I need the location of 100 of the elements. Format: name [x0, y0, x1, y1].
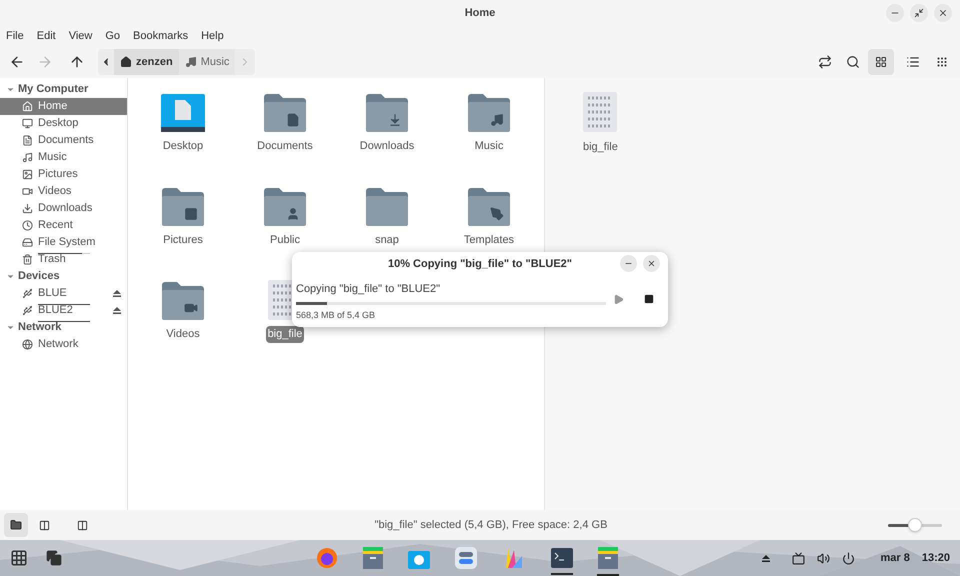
sidebar-item[interactable]: Music — [0, 149, 127, 166]
path-button[interactable]: zenzen — [114, 49, 179, 75]
folder-icon — [10, 519, 22, 531]
stop-icon[interactable] — [644, 294, 654, 304]
close-button[interactable] — [934, 4, 952, 22]
folder-icon — [468, 188, 510, 226]
preview-file-name: big_file — [583, 140, 618, 155]
sidebar-heading: Devices — [18, 269, 60, 284]
expander-icon[interactable] — [6, 85, 15, 94]
close-icon — [938, 8, 948, 18]
folder-icon — [468, 94, 510, 132]
music-note-icon — [22, 152, 33, 163]
file-name[interactable]: Public — [268, 232, 302, 248]
up-icon[interactable] — [69, 54, 85, 70]
document-icon — [22, 135, 33, 146]
search-icon[interactable] — [846, 55, 860, 69]
file-name[interactable]: Desktop — [160, 138, 206, 154]
music-note-icon — [184, 56, 197, 68]
path-button[interactable]: Music — [178, 49, 236, 75]
monitor-icon — [22, 118, 33, 129]
folder-icon — [162, 282, 204, 320]
sidebar-item[interactable]: BLUE — [0, 285, 127, 302]
menu-item[interactable]: Go — [105, 28, 120, 44]
app-grid-icon[interactable] — [10, 549, 28, 567]
file-cabinet-icon[interactable] — [363, 547, 383, 569]
slider-thumb[interactable] — [908, 518, 922, 532]
menu-item[interactable]: Help — [201, 28, 224, 44]
terminal-icon[interactable] — [551, 548, 573, 568]
home-icon — [22, 101, 33, 112]
toggle-icon[interactable] — [455, 547, 477, 569]
home-icon — [120, 56, 132, 68]
copy-message: Copying "big_file" to "BLUE2" — [296, 282, 442, 297]
file-name[interactable]: Videos — [164, 326, 202, 342]
sidebar-item[interactable]: BLUE2 — [0, 302, 127, 319]
file-name[interactable]: Music — [472, 138, 506, 154]
trash-icon — [22, 254, 33, 265]
file-name[interactable]: Documents — [255, 138, 315, 154]
minimize-button[interactable] — [620, 255, 637, 272]
usb-icon — [22, 288, 33, 299]
menu-item[interactable]: View — [68, 28, 92, 44]
usb-icon — [22, 305, 33, 316]
power-icon[interactable] — [842, 552, 854, 564]
sidebar-item[interactable]: Desktop — [0, 115, 127, 132]
sidebar-item[interactable]: Pictures — [0, 166, 127, 183]
places-button[interactable] — [4, 513, 28, 537]
download-icon — [22, 203, 33, 214]
file-cabinet-icon[interactable] — [598, 547, 618, 569]
firefox-icon[interactable] — [316, 547, 338, 569]
dialog-title: 10% Copying "big_file" to "BLUE2" — [388, 256, 572, 272]
menu-item[interactable]: Edit — [36, 28, 56, 44]
list-view-icon[interactable] — [906, 55, 920, 69]
toggle-location-icon[interactable] — [818, 55, 832, 69]
menu-item[interactable]: Bookmarks — [133, 28, 188, 44]
eject-icon[interactable] — [762, 554, 770, 562]
sidebar-item[interactable]: Network — [0, 336, 127, 353]
eject-icon[interactable] — [113, 290, 121, 297]
file-name[interactable]: Pictures — [161, 232, 205, 248]
close-button[interactable] — [643, 255, 660, 272]
sidebar-item[interactable]: Home — [0, 98, 127, 115]
folder-icon — [264, 188, 306, 226]
expander-icon[interactable] — [6, 323, 15, 332]
desktop-folder-icon — [161, 94, 205, 132]
windows-icon[interactable] — [46, 550, 62, 566]
back-icon[interactable] — [9, 54, 25, 70]
restore-button[interactable] — [910, 4, 928, 22]
sidebar-item[interactable]: Downloads — [0, 200, 127, 217]
sidebar-item[interactable]: Trash — [0, 251, 127, 268]
icon-view-button[interactable] — [868, 49, 894, 75]
image-icon — [22, 169, 33, 180]
eject-icon[interactable] — [113, 307, 121, 314]
sidebar-item[interactable]: Recent — [0, 217, 127, 234]
sidebar-heading: Network — [18, 320, 62, 336]
file-name[interactable]: Templates — [462, 232, 516, 248]
folder-icon — [366, 188, 408, 226]
clock-time[interactable]: 13:20 — [922, 550, 950, 566]
copy-detail: 568,3 MB of 5,4 GB — [296, 308, 376, 322]
sidebar-icon — [76, 520, 88, 530]
expander-icon[interactable] — [6, 272, 15, 281]
close-icon — [647, 259, 656, 268]
compact-view-icon[interactable] — [936, 56, 948, 68]
resume-icon[interactable] — [613, 294, 624, 304]
clock-date[interactable]: mar 8 — [880, 550, 910, 566]
sidebar-item[interactable]: Documents — [0, 132, 127, 149]
grid-icon — [875, 56, 887, 68]
file-name[interactable]: Downloads — [358, 138, 416, 154]
display-icon[interactable] — [792, 552, 804, 564]
menu-item[interactable]: File — [6, 28, 24, 44]
volume-icon[interactable] — [816, 552, 830, 564]
file-name[interactable]: snap — [373, 232, 401, 248]
zoom-slider[interactable] — [888, 517, 942, 533]
clock-icon — [22, 220, 33, 231]
binary-file-icon — [583, 92, 618, 132]
sidebar-item[interactable]: File System — [0, 234, 127, 251]
window-title: Home — [464, 6, 496, 21]
restore-icon — [914, 8, 924, 18]
tree-icon — [38, 520, 50, 530]
folder-icon — [366, 94, 408, 132]
file-name[interactable]: big_file — [266, 326, 304, 342]
sidebar-item[interactable]: Videos — [0, 183, 127, 200]
sidebar-heading: My Computer — [18, 82, 88, 98]
